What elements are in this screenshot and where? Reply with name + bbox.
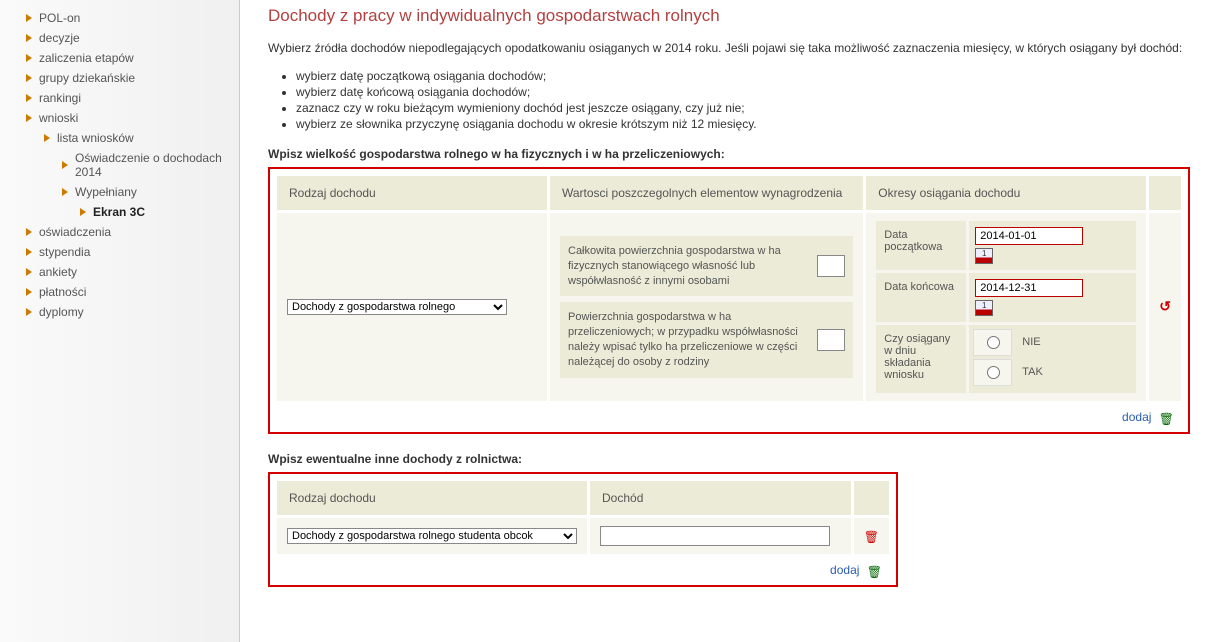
- delete-row-icon[interactable]: [1159, 298, 1171, 315]
- intro-bullet: wybierz datę początkową osiągania dochod…: [296, 69, 1190, 83]
- bullet-icon: [44, 134, 50, 142]
- sidebar-item[interactable]: stypendia: [8, 242, 239, 262]
- add-row-icon[interactable]: [1159, 410, 1174, 426]
- sidebar-item-label: Oświadczenie o dochodach 2014: [75, 151, 239, 179]
- sidebar-item-label: POL-on: [39, 11, 80, 25]
- sidebar-item-label: ankiety: [39, 265, 77, 279]
- col2-income-header: Dochód: [590, 481, 851, 515]
- intro-bullets: wybierz datę początkową osiągania dochod…: [268, 69, 1190, 131]
- current-yes-label: TAK: [1012, 362, 1132, 382]
- bullet-icon: [26, 228, 32, 236]
- bullet-icon: [26, 54, 32, 62]
- form-box-2: Rodzaj dochodu Dochód Dochody z gospodar…: [268, 472, 898, 587]
- sidebar-item[interactable]: zaliczenia etapów: [8, 48, 239, 68]
- date-start-label: Data początkowa: [876, 221, 966, 270]
- col-periods-header: Okresy osiągania dochodu: [866, 176, 1146, 210]
- bullet-icon: [26, 308, 32, 316]
- calendar-icon[interactable]: 1: [975, 248, 993, 264]
- bullet-icon: [26, 74, 32, 82]
- bullet-icon: [80, 208, 86, 216]
- bullet-icon: [62, 188, 68, 196]
- sidebar-item[interactable]: Wypełniany: [8, 182, 239, 202]
- intro-bullet: wybierz datę końcową osiągania dochodów;: [296, 85, 1190, 99]
- sidebar-item[interactable]: POL-on: [8, 8, 239, 28]
- sidebar-item-label: Ekran 3C: [93, 205, 145, 219]
- section1-heading: Wpisz wielkość gospodarstwa rolnego w ha…: [268, 147, 1190, 161]
- area-physical-label: Całkowita powierzchnia gospodarstwa w ha…: [568, 244, 807, 289]
- calendar-icon[interactable]: 1: [975, 300, 993, 316]
- sidebar-item-label: lista wniosków: [57, 131, 134, 145]
- area-converted-label: Powierzchnia gospodarstwa w ha przelicze…: [568, 310, 807, 369]
- bullet-icon: [26, 288, 32, 296]
- bullet-icon: [26, 34, 32, 42]
- sidebar-item[interactable]: wnioski: [8, 108, 239, 128]
- col-action-header: [1149, 176, 1181, 210]
- sidebar-item-label: wnioski: [39, 111, 78, 125]
- bullet-icon: [26, 14, 32, 22]
- col-values-header: Wartosci poszczegolnych elementow wynagr…: [550, 176, 863, 210]
- add-row-link[interactable]: dodaj: [830, 563, 859, 577]
- sidebar-item[interactable]: dyplomy: [8, 302, 239, 322]
- col-kind-header: Rodzaj dochodu: [277, 176, 547, 210]
- section2-heading: Wpisz ewentualne inne dochody z rolnictw…: [268, 452, 1190, 466]
- main-content: Dochody z pracy w indywidualnych gospoda…: [240, 0, 1218, 642]
- sidebar-item-label: stypendia: [39, 245, 90, 259]
- sidebar-item[interactable]: oświadczenia: [8, 222, 239, 242]
- sidebar-item-label: grupy dziekańskie: [39, 71, 135, 85]
- sidebar-item-label: decyzje: [39, 31, 80, 45]
- other-income-input[interactable]: [600, 526, 830, 546]
- bullet-icon: [26, 114, 32, 122]
- bullet-icon: [26, 94, 32, 102]
- date-end-label: Data końcowa: [876, 273, 966, 322]
- income-kind-select[interactable]: Dochody z gospodarstwa rolnego: [287, 299, 507, 315]
- current-no-label: NIE: [1012, 332, 1132, 352]
- form-box-1: Rodzaj dochodu Wartosci poszczegolnych e…: [268, 167, 1190, 434]
- bullet-icon: [62, 161, 68, 169]
- sidebar-item[interactable]: ankiety: [8, 262, 239, 282]
- current-yes-radio[interactable]: [987, 366, 1000, 379]
- sidebar-item[interactable]: grupy dziekańskie: [8, 68, 239, 88]
- kind-cell: Dochody z gospodarstwa rolnego: [277, 213, 547, 401]
- sidebar-item-label: zaliczenia etapów: [39, 51, 134, 65]
- sidebar-item-label: płatności: [39, 285, 86, 299]
- add-row-link[interactable]: dodaj: [1122, 410, 1151, 424]
- intro-bullet: zaznacz czy w roku bieżącym wymieniony d…: [296, 101, 1190, 115]
- sidebar-item[interactable]: lista wniosków: [8, 128, 239, 148]
- other-kind-select[interactable]: Dochody z gospodarstwa rolnego studenta …: [287, 528, 577, 544]
- current-no-radio[interactable]: [987, 336, 1000, 349]
- sidebar-item[interactable]: Ekran 3C: [8, 202, 239, 222]
- date-start-input[interactable]: [975, 227, 1083, 245]
- page-title: Dochody z pracy w indywidualnych gospoda…: [268, 6, 1190, 26]
- sidebar-item-label: oświadczenia: [39, 225, 111, 239]
- values-cell: Całkowita powierzchnia gospodarstwa w ha…: [550, 213, 863, 401]
- sidebar-item-label: dyplomy: [39, 305, 84, 319]
- add-row-icon[interactable]: [867, 563, 882, 579]
- periods-cell: Data początkowa 1 Data końcowa 1 Czy osi…: [866, 213, 1146, 401]
- delete-row-icon[interactable]: [864, 528, 879, 544]
- sidebar-item-label: rankingi: [39, 91, 81, 105]
- col2-action-header: [854, 481, 889, 515]
- sidebar-item[interactable]: rankingi: [8, 88, 239, 108]
- intro-text: Wybierz źródła dochodów niepodlegających…: [268, 40, 1190, 57]
- sidebar-item[interactable]: Oświadczenie o dochodach 2014: [8, 148, 239, 182]
- area-converted-input[interactable]: [817, 329, 845, 351]
- sidebar: POL-on decyzje zaliczenia etapów grupy dzie…: [0, 0, 240, 642]
- date-end-input[interactable]: [975, 279, 1083, 297]
- col2-kind-header: Rodzaj dochodu: [277, 481, 587, 515]
- sidebar-item-label: Wypełniany: [75, 185, 137, 199]
- current-income-label: Czy osiągany w dniu składania wniosku: [876, 325, 966, 393]
- bullet-icon: [26, 248, 32, 256]
- bullet-icon: [26, 268, 32, 276]
- area-physical-input[interactable]: [817, 255, 845, 277]
- sidebar-item[interactable]: decyzje: [8, 28, 239, 48]
- intro-bullet: wybierz ze słownika przyczynę osiągania …: [296, 117, 1190, 131]
- sidebar-item[interactable]: płatności: [8, 282, 239, 302]
- row-action-cell: [1149, 213, 1181, 401]
